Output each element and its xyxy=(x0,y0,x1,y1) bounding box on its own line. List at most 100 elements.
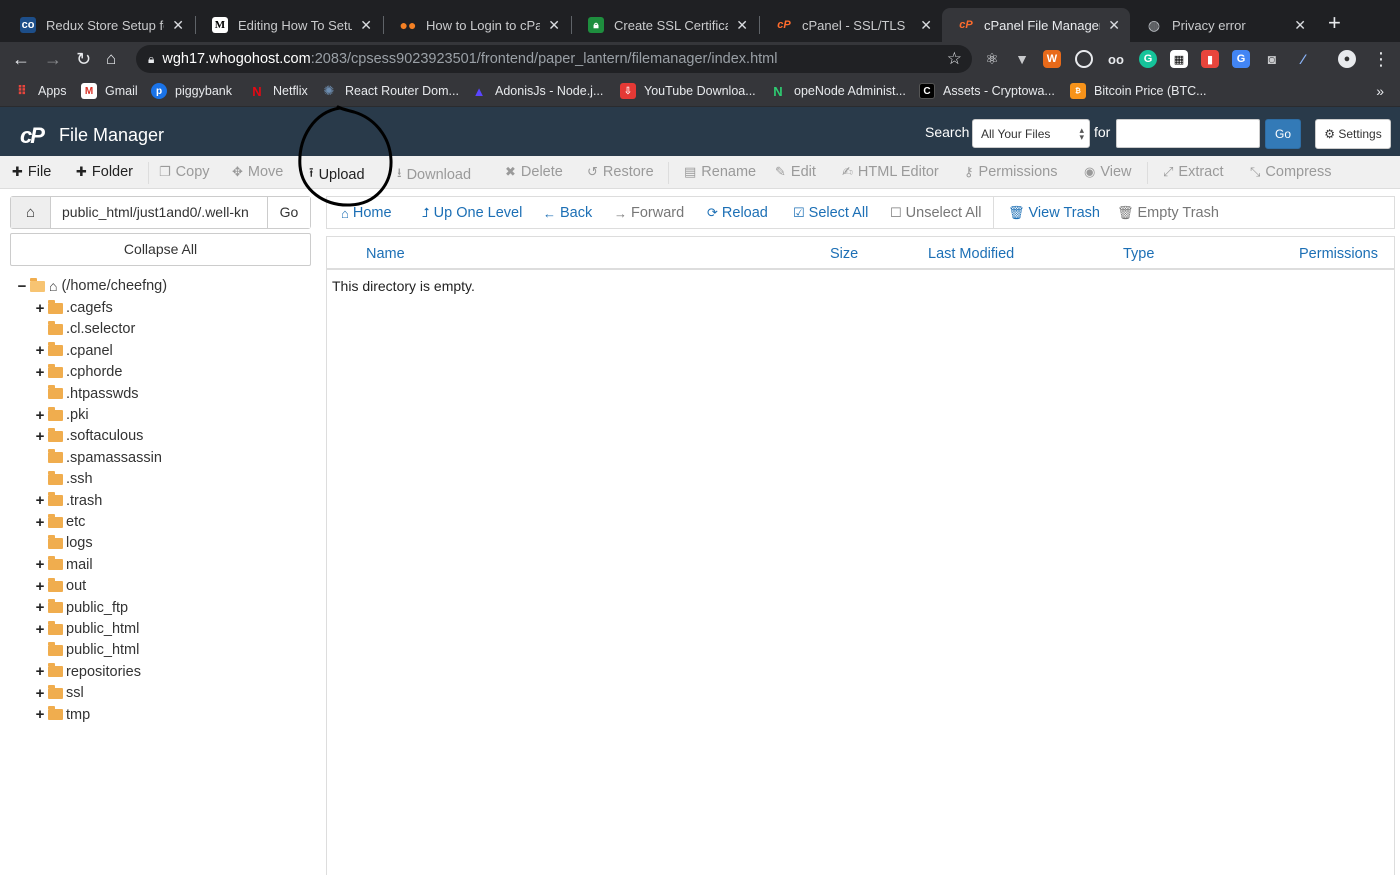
tree-item[interactable]: + .cagefs xyxy=(34,298,113,318)
bookmarks-overflow-icon[interactable]: » xyxy=(1376,83,1384,99)
tree-item[interactable]: + .trash xyxy=(34,491,102,511)
back-button[interactable]: ← Back xyxy=(543,205,592,221)
browser-tab[interactable]: cP cPanel - SSL/TLS ✕ xyxy=(760,8,942,42)
google-translate-icon[interactable]: G xyxy=(1232,50,1250,68)
column-permissions[interactable]: Permissions xyxy=(1299,246,1378,262)
home-button[interactable]: ⌂ Home xyxy=(341,205,392,221)
browser-tab[interactable]: 🔒︎ Create SSL Certificate ✕ xyxy=(572,8,758,42)
glasses-icon[interactable]: oo xyxy=(1107,50,1125,68)
tree-root[interactable]: − ⌂ (/home/cheefng) xyxy=(16,276,167,296)
expand-icon[interactable]: + xyxy=(34,556,46,573)
new-folder-button[interactable]: ✚ Folder xyxy=(76,164,133,180)
edit-button[interactable]: ✎ Edit xyxy=(775,164,816,180)
close-icon[interactable]: ✕ xyxy=(172,17,184,34)
expand-icon[interactable]: + xyxy=(34,428,46,445)
reload-icon[interactable]: ↻ xyxy=(76,48,91,70)
view-button[interactable]: ◉ View xyxy=(1084,164,1132,180)
empty-trash-button[interactable]: 🗑︎ Empty Trash xyxy=(1117,205,1219,221)
expand-icon[interactable]: + xyxy=(34,300,46,317)
browser-tab[interactable]: ●● How to Login to cPane ✕ xyxy=(384,8,570,42)
vue-devtools-icon[interactable]: ▼ xyxy=(1013,50,1031,68)
column-type[interactable]: Type xyxy=(1123,246,1154,262)
eyedropper-icon[interactable]: ⁄ xyxy=(1294,50,1312,68)
tree-item[interactable]: + .pki xyxy=(34,405,89,425)
qr-code-icon[interactable]: ▦ xyxy=(1170,50,1188,68)
expand-icon[interactable]: + xyxy=(34,342,46,359)
extension-icon[interactable]: ▮ xyxy=(1201,50,1219,68)
tree-item[interactable]: .ssh xyxy=(34,469,93,489)
download-button[interactable]: ⭳ Download xyxy=(397,164,471,186)
address-bar[interactable]: 🔒︎ wgh17.whogohost.com:2083/cpsess902392… xyxy=(136,45,972,73)
new-tab-button[interactable]: + xyxy=(1328,12,1341,34)
upload-button[interactable]: ⭱ Upload xyxy=(309,164,365,186)
expand-icon[interactable]: + xyxy=(34,578,46,595)
expand-icon[interactable]: + xyxy=(34,685,46,702)
expand-icon[interactable]: + xyxy=(34,663,46,680)
camera-icon[interactable]: ◙ xyxy=(1263,50,1281,68)
bookmark-adonisjs[interactable]: ▲ AdonisJs - Node.j... xyxy=(471,83,604,99)
grammarly-icon[interactable]: G xyxy=(1139,50,1157,68)
bookmark-piggybank[interactable]: p piggybank xyxy=(151,83,232,99)
tree-item[interactable]: + .cpanel xyxy=(34,341,113,361)
up-one-level-button[interactable]: ⮥ Up One Level xyxy=(422,205,522,221)
tree-item[interactable]: + public_ftp xyxy=(34,598,128,618)
browser-tab-active[interactable]: cP cPanel File Manager v ✕ xyxy=(942,8,1130,42)
tree-item[interactable]: logs xyxy=(34,533,93,553)
browser-menu-icon[interactable]: ⋮ xyxy=(1372,48,1390,70)
path-input[interactable]: public_html/just1and0/.well-kn xyxy=(62,204,267,220)
expand-icon[interactable]: + xyxy=(34,706,46,723)
bookmark-react-router[interactable]: ✺ React Router Dom... xyxy=(321,83,459,99)
close-icon[interactable]: ✕ xyxy=(360,17,372,34)
bookmark-bitcoin-price[interactable]: ₿ Bitcoin Price (BTC... xyxy=(1070,83,1207,99)
wappalyzer-icon[interactable]: W xyxy=(1043,50,1061,68)
expand-icon[interactable]: + xyxy=(34,364,46,381)
browser-tab[interactable]: co Redux Store Setup for ✕ xyxy=(4,8,194,42)
browser-tab[interactable]: ◍ Privacy error ✕ xyxy=(1130,8,1316,42)
tree-item[interactable]: .spamassassin xyxy=(34,448,162,468)
expand-icon[interactable]: + xyxy=(34,514,46,531)
collapse-all-button[interactable]: Collapse All xyxy=(10,233,311,266)
extract-button[interactable]: ⤢ Extract xyxy=(1163,164,1224,180)
tree-item[interactable]: .htpasswds xyxy=(34,384,139,404)
tree-item[interactable]: + tmp xyxy=(34,705,90,725)
search-scope-select[interactable]: All Your Files ▴ ▾ xyxy=(972,119,1090,148)
react-devtools-icon[interactable]: ⚛ xyxy=(983,50,1001,68)
target-icon[interactable] xyxy=(1075,50,1093,68)
search-go-button[interactable]: Go xyxy=(1265,119,1301,149)
permissions-button[interactable]: ⚷ Permissions xyxy=(964,164,1058,180)
close-icon[interactable]: ✕ xyxy=(1108,17,1120,34)
profile-avatar-icon[interactable]: ● xyxy=(1338,50,1356,68)
delete-button[interactable]: ✖ Delete xyxy=(505,164,563,180)
expand-icon[interactable]: + xyxy=(34,407,46,424)
bookmark-cryptowatch[interactable]: C Assets - Cryptowa... xyxy=(919,83,1055,99)
settings-button[interactable]: ⚙ Settings xyxy=(1315,119,1391,149)
tree-item[interactable]: + public_html xyxy=(34,619,139,639)
close-icon[interactable]: ✕ xyxy=(736,17,748,34)
copy-button[interactable]: ❐ Copy xyxy=(159,164,210,180)
bookmark-gmail[interactable]: M Gmail xyxy=(81,83,138,99)
tree-item[interactable]: + mail xyxy=(34,555,93,575)
new-file-button[interactable]: ✚ File xyxy=(12,164,51,180)
tree-item[interactable]: + .softaculous xyxy=(34,426,143,446)
forward-arrow-icon[interactable]: → xyxy=(44,48,62,70)
tree-item[interactable]: + etc xyxy=(34,512,85,532)
rename-button[interactable]: ▤ Rename xyxy=(684,164,756,180)
expand-icon[interactable]: + xyxy=(34,599,46,616)
html-editor-button[interactable]: ✍ HTML Editor xyxy=(842,164,939,180)
bookmark-youtube-downloader[interactable]: ⇩ YouTube Downloa... xyxy=(620,83,756,99)
select-all-button[interactable]: ☑ Select All xyxy=(793,205,868,221)
path-go-button[interactable]: Go xyxy=(267,197,310,228)
bookmark-opennode[interactable]: N opeNode Administ... xyxy=(770,83,906,99)
column-last-modified[interactable]: Last Modified xyxy=(928,246,1014,262)
column-size[interactable]: Size xyxy=(830,246,858,262)
home-icon[interactable]: ⌂ xyxy=(11,197,51,228)
bookmark-apps[interactable]: ⠿ Apps xyxy=(14,83,67,99)
forward-button[interactable]: → Forward xyxy=(614,205,684,221)
tree-item[interactable]: + repositories xyxy=(34,662,141,682)
search-input[interactable] xyxy=(1116,119,1260,148)
column-name[interactable]: Name xyxy=(366,246,405,262)
reload-button[interactable]: ⟳ Reload xyxy=(707,205,768,221)
tree-item[interactable]: + ssl xyxy=(34,683,84,703)
home-icon[interactable]: ⌂ xyxy=(106,48,116,70)
tree-item[interactable]: public_html xyxy=(34,640,139,660)
